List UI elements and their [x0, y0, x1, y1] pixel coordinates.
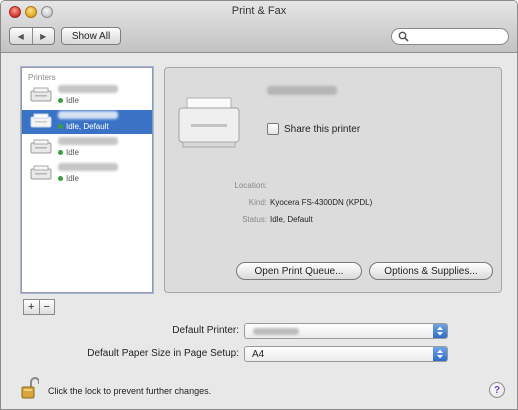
add-remove-control: + −	[23, 299, 55, 315]
kind-label: Kind:	[248, 198, 267, 207]
printer-name-redacted	[58, 111, 118, 119]
status-dot-icon	[58, 150, 63, 155]
search-input[interactable]	[391, 28, 509, 45]
toolbar: Print & Fax ◀ ▶ Show All	[1, 1, 517, 53]
back-button[interactable]: ◀	[10, 28, 32, 44]
printer-status-text: Idle	[66, 96, 79, 105]
print-fax-window: Print & Fax ◀ ▶ Show All Printers Idle I…	[0, 0, 518, 410]
back-arrow-icon: ◀	[17, 31, 24, 41]
printer-status: Idle	[58, 148, 79, 157]
share-printer-label: Share this printer	[284, 123, 361, 135]
status-dot-icon	[58, 124, 63, 129]
printer-icon	[30, 139, 52, 154]
location-label: Location:	[234, 181, 267, 190]
default-printer-popup[interactable]	[244, 323, 448, 339]
share-printer-checkbox[interactable]	[267, 123, 279, 135]
footer-bar: Click the lock to prevent further change…	[1, 377, 517, 405]
popup-arrows-icon	[433, 324, 447, 338]
printer-list[interactable]: Printers Idle Idle, Default Idle Idle	[21, 67, 153, 293]
printer-icon	[178, 97, 240, 148]
search-icon	[398, 31, 409, 42]
paper-size-popup[interactable]: A4	[244, 346, 448, 362]
printer-name-redacted	[58, 137, 118, 145]
show-all-button[interactable]: Show All	[61, 27, 121, 45]
printer-list-header: Printers	[28, 73, 56, 82]
printer-icon	[30, 113, 52, 128]
window-title: Print & Fax	[231, 5, 287, 17]
lock-message: Click the lock to prevent further change…	[48, 386, 212, 396]
default-printer-row: Default Printer:	[1, 323, 517, 339]
status-dot-icon	[58, 98, 63, 103]
printer-list-item[interactable]: Idle	[22, 136, 152, 160]
default-printer-label: Default Printer:	[172, 325, 239, 336]
printer-status-text: Idle	[66, 148, 79, 157]
printer-list-item[interactable]: Idle	[22, 84, 152, 108]
printer-status: Idle	[58, 96, 79, 105]
popup-arrows-icon	[433, 347, 447, 361]
paper-size-row: Default Paper Size in Page Setup: A4	[1, 346, 517, 362]
printer-status: Idle	[58, 174, 79, 183]
lock-icon[interactable]	[21, 377, 39, 399]
printer-status: Idle, Default	[58, 122, 109, 131]
remove-printer-button[interactable]: −	[38, 300, 55, 314]
printer-name-redacted	[267, 86, 337, 95]
status-label: Status:	[242, 215, 267, 224]
help-button[interactable]: ?	[489, 382, 505, 398]
printer-icon	[30, 165, 52, 180]
status-dot-icon	[58, 176, 63, 181]
printer-detail-panel: Share this printer Location: Kind: Kyoce…	[164, 67, 502, 293]
options-supplies-button[interactable]: Options & Supplies...	[369, 262, 493, 280]
printer-status-text: Idle	[66, 174, 79, 183]
printer-list-item-selected[interactable]: Idle, Default	[22, 110, 152, 134]
add-printer-button[interactable]: +	[24, 300, 39, 314]
kind-value: Kyocera FS-4300DN (KPDL)	[270, 198, 373, 207]
default-printer-value-redacted	[253, 328, 299, 335]
printer-icon	[30, 87, 52, 102]
navigation-control: ◀ ▶	[9, 27, 55, 45]
forward-button[interactable]: ▶	[31, 28, 55, 44]
printer-status-text: Idle, Default	[66, 122, 109, 131]
share-printer-option[interactable]: Share this printer	[267, 123, 360, 135]
status-value: Idle, Default	[270, 215, 313, 224]
paper-size-value: A4	[252, 349, 265, 360]
paper-size-label: Default Paper Size in Page Setup:	[87, 348, 239, 359]
forward-arrow-icon: ▶	[40, 31, 47, 41]
printer-name-redacted	[58, 163, 118, 171]
printer-name-redacted	[58, 85, 118, 93]
open-print-queue-button[interactable]: Open Print Queue...	[236, 262, 362, 280]
printer-list-item[interactable]: Idle	[22, 162, 152, 186]
